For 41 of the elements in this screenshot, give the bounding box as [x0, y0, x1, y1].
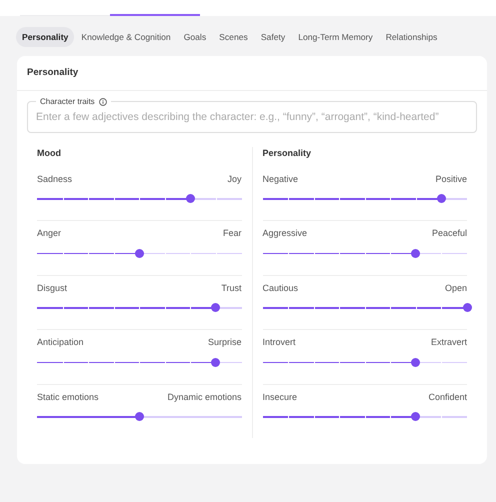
slider-thumb[interactable]	[134, 412, 144, 421]
slider-label: Extravert	[430, 336, 467, 349]
slider-label: Fear	[222, 227, 242, 240]
slider-label: Introvert	[262, 336, 296, 349]
tab[interactable]: Personality	[16, 26, 74, 48]
slider-thumb[interactable]	[134, 248, 144, 258]
tab[interactable]: Scenes	[213, 26, 254, 48]
slider-label: Anticipation	[37, 336, 84, 349]
slider-label: Static emotions	[37, 390, 99, 404]
slider-thumb[interactable]	[211, 303, 220, 312]
slider-thumb[interactable]	[211, 358, 220, 366]
slider-label: Aggressive	[262, 227, 308, 240]
slider-label: Insecure	[262, 390, 298, 404]
slider-label: Sadness	[37, 172, 72, 186]
tab[interactable]: Safety	[254, 26, 292, 48]
slider-thumb[interactable]	[411, 248, 420, 258]
slider-label: Disgust	[37, 282, 68, 295]
tab[interactable]: Relationships	[380, 26, 444, 48]
slider-label: Joy	[227, 172, 242, 186]
slider-label: Negative	[262, 172, 298, 186]
slider-thumb[interactable]	[186, 194, 195, 203]
slider-label: Confident	[428, 390, 467, 404]
slider-label: Trust	[221, 282, 242, 294]
slider-thumb[interactable]	[462, 303, 472, 312]
slider-label: Peaceful	[432, 227, 467, 240]
slider-thumb[interactable]	[436, 194, 446, 203]
slider-thumb[interactable]	[411, 412, 420, 421]
tab[interactable]: Long-Term Memory	[292, 26, 379, 48]
slider-thumb[interactable]	[411, 358, 420, 366]
tab[interactable]: Goals	[178, 26, 212, 48]
slider-label: Surprise	[208, 336, 242, 349]
column-title: Mood	[37, 147, 62, 160]
slider-label: Dynamic emotions	[167, 390, 242, 404]
slider-label: Positive	[435, 172, 467, 186]
column-title: Personality	[262, 147, 312, 160]
info-icon[interactable]	[98, 98, 107, 106]
slider-label: Cautious	[262, 282, 298, 294]
tab[interactable]: Knowledge & Cognition	[75, 26, 177, 48]
slider-label: Anger	[37, 227, 62, 240]
card-title: Personality	[17, 56, 487, 92]
slider-label: Open	[444, 282, 467, 295]
